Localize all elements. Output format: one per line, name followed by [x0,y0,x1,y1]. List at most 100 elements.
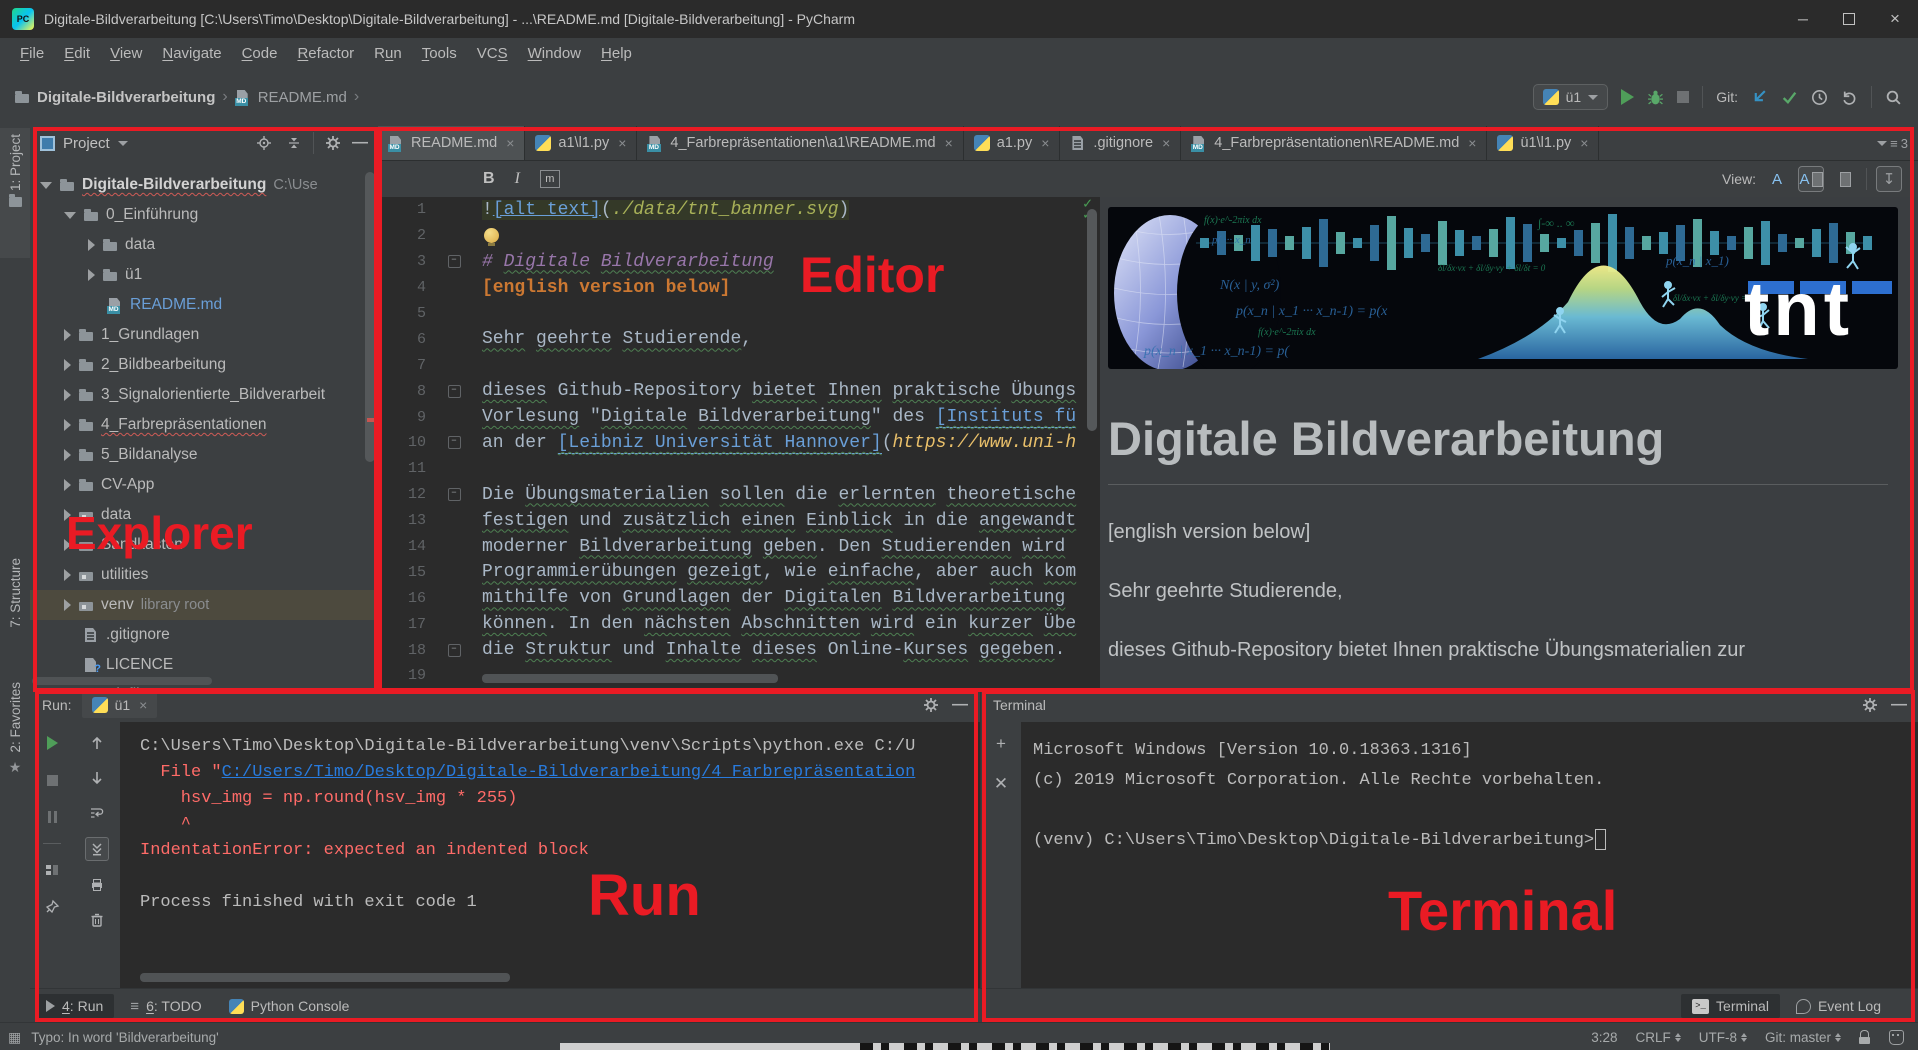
editor-tab[interactable]: MD4_Farbrepräsentationen\README.md× [1181,126,1487,160]
intention-bulb-icon[interactable] [484,228,499,243]
new-session-button[interactable]: + [996,734,1006,754]
close-icon[interactable]: × [1162,135,1170,151]
tree-item[interactable]: ü1 [30,260,378,290]
editor-hscrollbar[interactable] [482,674,778,683]
menu-vcs[interactable]: VCS [467,42,518,65]
sidebar-item-structure[interactable]: 7: Structure [0,552,30,664]
collapse-all-button[interactable] [283,132,305,154]
restore-layout-button[interactable] [41,859,63,881]
print-button[interactable] [86,874,108,896]
tree-item[interactable]: 0_Einführung [30,200,378,230]
debug-button[interactable] [1647,89,1664,106]
line-number[interactable]: 5 [378,305,432,322]
chevron-down-icon[interactable] [118,141,128,146]
line-number[interactable]: 4 [378,279,432,296]
line-number[interactable]: 11 [378,460,432,477]
toolwindow-button-python-console[interactable]: Python Console [218,994,361,1018]
sidebar-item-favorites[interactable]: 2: Favorites ★ [0,676,30,818]
menu-file[interactable]: File [10,42,54,65]
line-number[interactable]: 13 [378,512,432,529]
close-icon[interactable]: × [1580,135,1588,151]
code-button[interactable]: m [540,170,560,188]
tree-item[interactable]: 2_Bildbearbeitung [30,350,378,380]
run-configuration-select[interactable]: ü1 [1533,84,1609,110]
settings-gear-button[interactable] [322,132,344,154]
tree-expand-arrow[interactable] [64,419,71,431]
editor-tab[interactable]: ü1\l1.py× [1487,126,1599,160]
menu-edit[interactable]: Edit [54,42,100,65]
rollback-button[interactable] [1841,89,1858,106]
breadcrumb-project[interactable]: Digitale-Bildverarbeitung [37,89,215,106]
tree-expand-arrow[interactable] [64,359,71,371]
hide-panel-button[interactable]: — [1891,696,1907,714]
tree-expand-arrow[interactable] [64,509,71,521]
line-number[interactable]: 7 [378,357,432,374]
tree-expand-arrow[interactable] [64,389,71,401]
editor-tab[interactable]: MDREADME.md× [378,126,525,160]
minimize-button[interactable]: ─ [1780,0,1826,38]
tree-item[interactable]: data [30,230,378,260]
fold-marker[interactable]: − [448,255,461,268]
menu-tools[interactable]: Tools [412,42,467,65]
italic-button[interactable]: I [515,170,520,188]
line-number[interactable]: 12 [378,486,432,503]
scroll-to-end-button[interactable] [85,837,109,861]
terminal-output[interactable]: Microsoft Windows [Version 10.0.18363.13… [1021,722,1918,988]
tree-item[interactable]: ?LICENCE [30,650,378,680]
close-icon[interactable]: × [506,135,514,151]
toolwindow-button-terminal[interactable]: >_Terminal [1681,994,1780,1018]
tree-item[interactable]: MDREADME.md [30,290,378,320]
soft-wrap-button[interactable] [86,802,108,824]
breadcrumb-file[interactable]: README.md [258,89,347,106]
tree-expand-arrow[interactable] [88,269,95,281]
settings-gear-button[interactable] [1859,694,1881,716]
search-everywhere-button[interactable] [1885,89,1902,106]
maximize-button[interactable] [1826,0,1872,38]
tree-item[interactable]: utilities [30,560,378,590]
toolwindow-button-6-todo[interactable]: ≡6: TODO [119,994,212,1019]
menu-run[interactable]: Run [364,42,412,65]
tree-expand-arrow[interactable] [64,599,71,611]
line-number[interactable]: 14 [378,538,432,555]
line-number[interactable]: 6 [378,331,432,348]
toolwindow-button-event-log[interactable]: Event Log [1785,994,1892,1018]
stack-trace-link[interactable]: C:/Users/Timo/Desktop/Digitale-Bildverar… [222,763,916,782]
tree-item[interactable]: 1_Grundlagen [30,320,378,350]
view-split-button[interactable]: A [1798,166,1824,192]
close-icon[interactable]: × [945,135,953,151]
line-number[interactable]: 2 [378,227,432,244]
tree-item[interactable]: data [30,500,378,530]
editor-tab[interactable]: MD4_Farbrepräsentationen\a1\README.md× [637,126,963,160]
down-stack-trace-button[interactable] [86,767,108,789]
console-hscrollbar[interactable] [140,973,510,982]
pin-tab-button[interactable] [41,896,63,918]
hide-panel-button[interactable]: — [352,134,368,152]
status-message[interactable]: Typo: In word 'Bildverarbeitung' [31,1030,219,1045]
run-button[interactable] [1621,89,1634,105]
close-icon[interactable]: × [1041,135,1049,151]
lock-icon[interactable] [1859,1030,1871,1044]
editor-scrollbar[interactable] [1087,209,1097,431]
history-button[interactable] [1811,89,1828,106]
code-editor[interactable]: 1![alt text](./data/tnt_banner.svg)23−# … [378,197,1100,688]
line-number[interactable]: 1 [378,201,432,218]
auto-scroll-preview-button[interactable]: ↧ [1876,166,1902,192]
tree-expand-arrow[interactable] [88,239,95,251]
hide-panel-button[interactable]: — [952,696,968,714]
rerun-button[interactable] [41,732,63,754]
hidden-tabs-indicator[interactable]: ≡3 [1877,136,1918,151]
tree-item[interactable]: Digitale-BildverarbeitungC:\Use [30,170,378,200]
git-update-button[interactable] [1751,89,1768,106]
bold-button[interactable]: B [483,170,495,188]
tree-expand-arrow[interactable] [64,569,71,581]
line-number[interactable]: 15 [378,564,432,581]
menu-help[interactable]: Help [591,42,642,65]
status-item-utf-8[interactable]: UTF-8 [1699,1030,1747,1045]
line-number[interactable]: 17 [378,616,432,633]
editor-tab[interactable]: .gitignore× [1060,126,1181,160]
tree-expand-arrow[interactable] [64,539,71,551]
fold-marker[interactable]: − [448,488,461,501]
up-stack-trace-button[interactable] [86,732,108,754]
fold-marker[interactable]: − [448,644,461,657]
view-preview-only-button[interactable] [1833,167,1857,191]
